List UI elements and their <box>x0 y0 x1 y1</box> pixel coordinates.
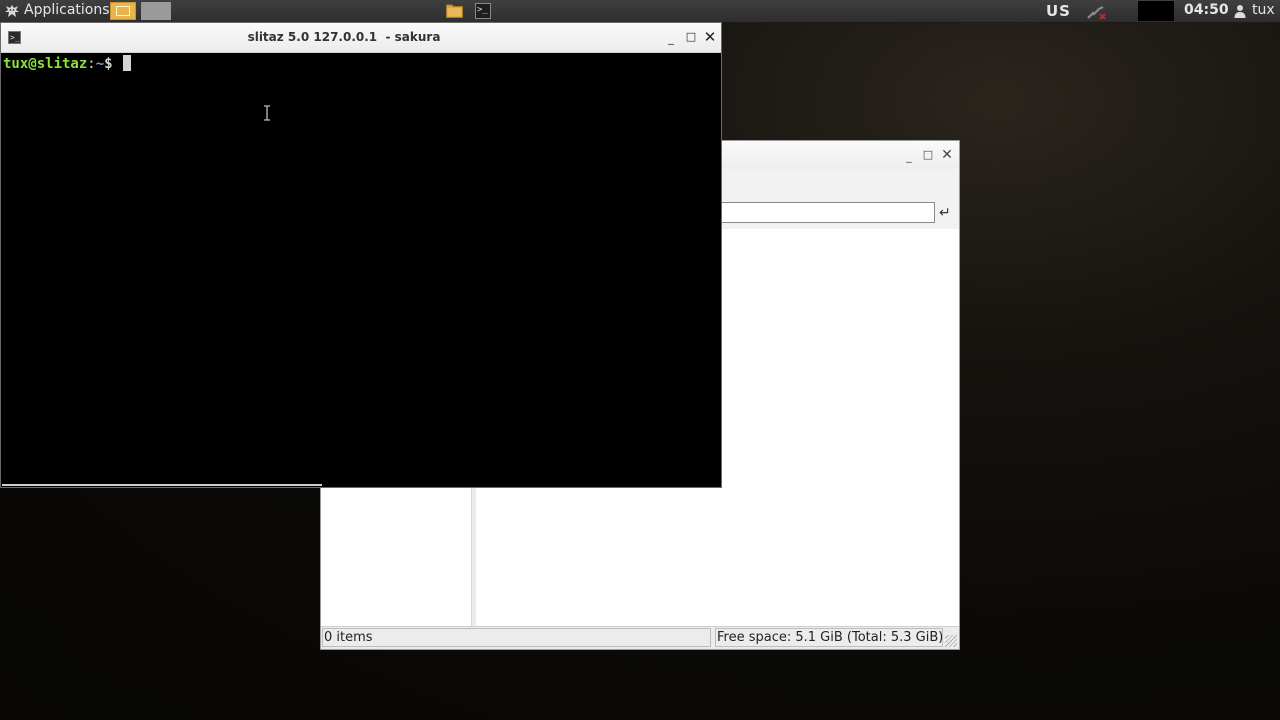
resize-grip[interactable] <box>945 635 957 647</box>
tray-applet[interactable] <box>1138 1 1174 21</box>
applications-menu[interactable]: Applications <box>24 2 110 18</box>
network-icon[interactable] <box>1085 3 1109 20</box>
window-title: slitaz 5.0 127.0.0.1 - sakura <box>247 30 441 44</box>
status-bar: 0 items Free space: 5.1 GiB (Total: 5.3 … <box>321 626 959 649</box>
user-name[interactable]: tux <box>1252 2 1275 18</box>
minimize-icon[interactable]: _ <box>903 151 915 163</box>
prompt-user: tux@slitaz <box>3 56 88 72</box>
maximize-icon[interactable]: □ <box>684 30 698 44</box>
clock[interactable]: 04:50 <box>1184 2 1229 18</box>
ibeam-pointer-icon <box>264 105 270 121</box>
terminal-titlebar[interactable]: >_ slitaz 5.0 127.0.0.1 - sakura _ □ ✕ <box>1 23 721 53</box>
free-space: Free space: 5.1 GiB (Total: 5.3 GiB) <box>715 628 943 647</box>
terminal-window[interactable]: >_ slitaz 5.0 127.0.0.1 - sakura _ □ ✕ t… <box>0 22 722 488</box>
go-arrow-icon[interactable]: ↵ <box>939 205 951 221</box>
folder-icon[interactable] <box>446 3 463 18</box>
top-panel: Applications >_ US 04:50 tux <box>0 0 1280 23</box>
keyboard-layout-indicator[interactable]: US <box>1046 2 1071 20</box>
prompt-dollar: $ <box>104 56 113 72</box>
prompt-path: ~ <box>95 56 105 72</box>
shell-prompt: tux@slitaz:~$ <box>3 55 132 72</box>
window-edge <box>2 484 322 486</box>
text-cursor <box>123 55 132 71</box>
item-count: 0 items <box>322 628 711 647</box>
prompt-colon: : <box>87 56 96 72</box>
close-icon[interactable]: ✕ <box>703 30 717 45</box>
terminal-icon[interactable]: >_ <box>475 3 491 19</box>
workspace-2-button[interactable] <box>141 2 171 20</box>
close-icon[interactable]: ✕ <box>941 148 953 162</box>
minimize-icon[interactable]: _ <box>664 32 678 46</box>
location-input[interactable] <box>721 202 935 223</box>
maximize-icon[interactable]: □ <box>922 149 934 161</box>
terminal-output[interactable]: tux@slitaz:~$ <box>1 53 721 487</box>
slitaz-menu-icon[interactable] <box>4 3 20 19</box>
workspace-1-button[interactable] <box>110 2 136 20</box>
user-icon <box>1234 5 1246 18</box>
